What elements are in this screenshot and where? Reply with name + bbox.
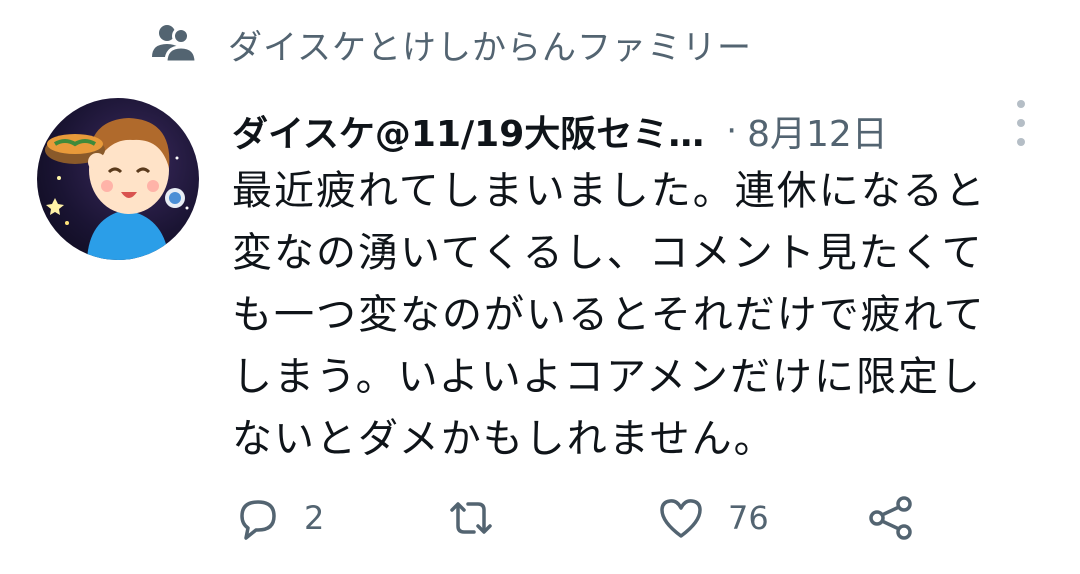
like-count: 76 [728,499,769,537]
share-button[interactable] [866,490,916,546]
header-separator: · [726,111,738,151]
more-dot-icon [1017,100,1025,108]
avatar-illustration [37,98,199,260]
reply-count: 2 [304,499,325,537]
reply-button[interactable]: 2 [234,490,324,546]
tweet-text-line: 変なの湧いてくるし、コメント見たくて [232,230,984,276]
people-icon [152,25,198,64]
tweet-text-line: 最近疲れてしまいました。連休になると [232,168,987,214]
tweet-text: 最近疲れてしまいました。連休になると 変なの湧いてくるし、コメント見たくて も一… [232,160,1032,470]
tweet-text-line: しまう。いよいよコアメンだけに限定し [232,354,982,400]
tweet-text-line: ないとダメかもしれません。 [232,416,776,462]
tweet-date[interactable]: 8月12日 [747,105,888,157]
social-context[interactable]: ダイスケとけしからんファミリー [150,16,752,72]
tweet-header: ダイスケ@11/19大阪セミ… · 8月12日 [232,100,1032,162]
author-name[interactable]: ダイスケ@11/19大阪セミ… [232,105,704,157]
heart-icon [660,499,702,538]
share-icon [869,496,912,540]
more-dot-icon [1017,138,1025,146]
retweet-button[interactable] [444,490,520,546]
more-dot-icon [1017,119,1025,127]
avatar[interactable] [37,98,199,260]
more-options-button[interactable] [1008,100,1034,146]
social-context-label: ダイスケとけしからんファミリー [228,27,752,68]
like-button[interactable]: 76 [656,490,769,546]
tweet-text-line: も一つ変なのがいるとそれだけで疲れて [232,292,986,338]
reply-icon [240,500,276,540]
retweet-icon [450,502,492,534]
